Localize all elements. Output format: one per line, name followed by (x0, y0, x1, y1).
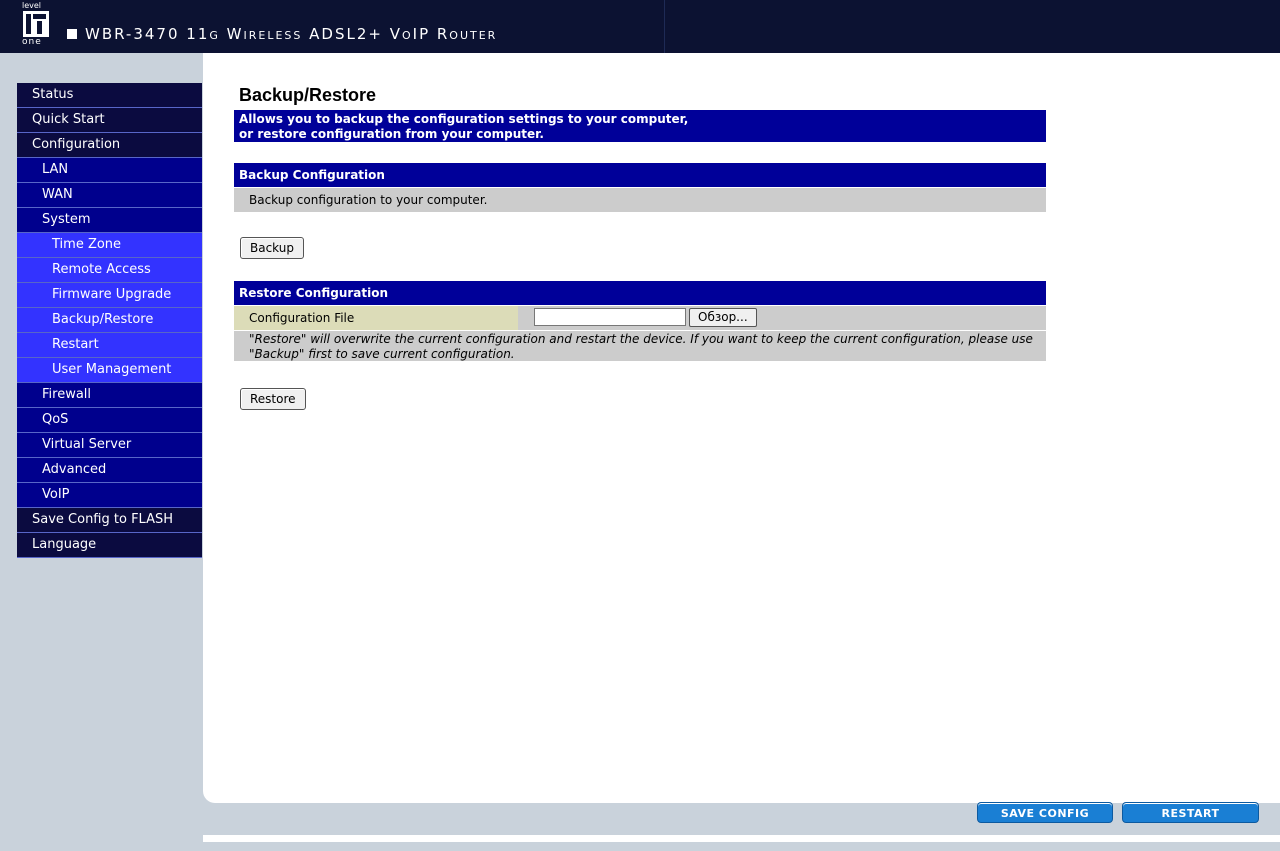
config-file-input[interactable] (534, 308, 686, 326)
header-divider (664, 0, 665, 53)
config-file-row: Configuration File Обзор... (234, 306, 1046, 330)
restore-note-line-2: "Backup" first to save current configura… (249, 347, 515, 361)
page-description: Allows you to backup the configuration s… (234, 110, 1046, 142)
restore-button[interactable]: Restore (240, 388, 306, 410)
nav-item-wan[interactable]: WAN (17, 183, 202, 208)
restart-button[interactable]: RESTART (1122, 802, 1259, 823)
router-title: WBR-3470 11g Wireless ADSL2+ VoIP Router (85, 25, 498, 43)
nav-item-status[interactable]: Status (17, 83, 202, 108)
logo-mark-icon (23, 11, 49, 37)
description-line-1: Allows you to backup the configuration s… (239, 112, 689, 126)
title-bullet-icon (67, 29, 77, 39)
nav-item-save-config-flash[interactable]: Save Config to FLASH (17, 508, 202, 533)
backup-button[interactable]: Backup (240, 237, 304, 259)
page-title: Backup/Restore (239, 85, 377, 105)
nav-item-firmware-upgrade[interactable]: Firmware Upgrade (17, 283, 202, 308)
nav-item-user-management[interactable]: User Management (17, 358, 202, 383)
restore-section-header: Restore Configuration (234, 281, 1046, 305)
nav-item-lan[interactable]: LAN (17, 158, 202, 183)
nav-item-remote-access[interactable]: Remote Access (17, 258, 202, 283)
nav-item-system[interactable]: System (17, 208, 202, 233)
description-line-2: or restore configuration from your compu… (239, 127, 544, 141)
nav-item-voip[interactable]: VoIP (17, 483, 202, 508)
nav-item-time-zone[interactable]: Time Zone (17, 233, 202, 258)
logo-text-bottom: one (22, 37, 42, 47)
browse-button[interactable]: Обзор... (689, 308, 757, 327)
nav-item-virtual-server[interactable]: Virtual Server (17, 433, 202, 458)
backup-description: Backup configuration to your computer. (234, 188, 1046, 212)
levelone-logo: level one (20, 2, 56, 48)
nav-item-backup-restore[interactable]: Backup/Restore (17, 308, 202, 333)
nav-item-language[interactable]: Language (17, 533, 202, 558)
config-file-label: Configuration File (234, 306, 518, 330)
restore-form: Configuration File Обзор... "Restore" wi… (234, 306, 1046, 386)
nav-item-firewall[interactable]: Firewall (17, 383, 202, 408)
nav-item-qos[interactable]: QoS (17, 408, 202, 433)
nav-item-advanced[interactable]: Advanced (17, 458, 202, 483)
bottom-strip (203, 835, 1280, 842)
nav-item-quick-start[interactable]: Quick Start (17, 108, 202, 133)
restore-note-line-1: "Restore" will overwrite the current con… (249, 332, 1033, 346)
logo-text-top: level (22, 1, 42, 10)
header-bar: level one WBR-3470 11g Wireless ADSL2+ V… (0, 0, 1280, 53)
nav-item-restart[interactable]: Restart (17, 333, 202, 358)
sidebar-nav: Status Quick Start Configuration LAN WAN… (17, 83, 202, 558)
backup-section-header: Backup Configuration (234, 163, 1046, 187)
save-config-button[interactable]: SAVE CONFIG (977, 802, 1113, 823)
nav-item-configuration[interactable]: Configuration (17, 133, 202, 158)
restore-warning-note: "Restore" will overwrite the current con… (234, 331, 1046, 361)
